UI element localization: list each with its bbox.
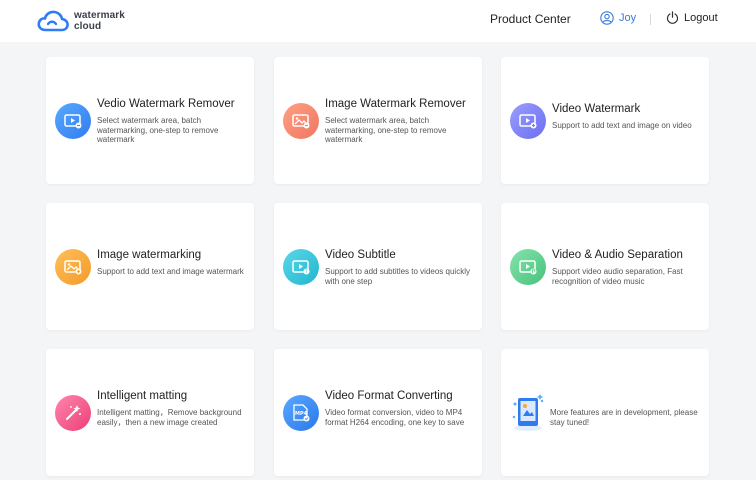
username-label: Joy — [619, 12, 637, 24]
app-logo[interactable]: watermark cloud — [37, 7, 125, 35]
tool-title: Video Subtitle — [325, 249, 396, 261]
tool-description: Intelligent matting，Remove background ea… — [97, 408, 242, 427]
tool-card-image-watermarking[interactable]: Image watermarking Support to add text a… — [46, 203, 254, 330]
tool-description: Support to add text and image on video — [552, 121, 692, 130]
tool-description: Select watermark area, batch watermarkin… — [97, 116, 219, 145]
power-icon — [666, 11, 679, 24]
magic-wand-icon — [55, 395, 91, 431]
tool-card-video-audio-separation[interactable]: Video & Audio Separation Support video a… — [501, 203, 709, 330]
tool-card-video-subtitle[interactable]: T Video Subtitle Support to add subtitle… — [274, 203, 482, 330]
tool-card-video-watermark[interactable]: Video Watermark Support to add text and … — [501, 57, 709, 184]
coming-soon-text: More features are in development, please… — [550, 408, 698, 427]
logo-line-1: watermark — [74, 10, 125, 21]
user-avatar-icon — [600, 11, 614, 25]
video-remove-icon — [55, 103, 91, 139]
video-watermark-icon — [510, 103, 546, 139]
image-watermark-icon — [55, 249, 91, 285]
logout-button[interactable]: Logout — [666, 11, 718, 24]
product-center-link[interactable]: Product Center — [490, 12, 571, 26]
tool-title: Intelligent matting — [97, 390, 188, 402]
tool-card-video-watermark-remover[interactable]: Vedio Watermark Remover Select watermark… — [46, 57, 254, 184]
logo-text: watermark cloud — [74, 10, 125, 32]
tool-title: Image watermarking — [97, 249, 202, 261]
tool-title: Video Watermark — [552, 103, 641, 115]
cloud-logo-icon — [37, 10, 69, 32]
svg-text:T: T — [304, 269, 308, 274]
development-illustration-icon — [512, 394, 544, 431]
tool-description: Support video audio separation, Fast rec… — [552, 267, 683, 286]
tool-card-image-watermark-remover[interactable]: Image Watermark Remover Select watermark… — [274, 57, 482, 184]
tool-description: Support to add subtitles to videos quick… — [325, 267, 470, 286]
audio-separation-icon — [510, 249, 546, 285]
tool-card-video-format-converting[interactable]: MP4 Video Format Converting Video format… — [274, 349, 482, 476]
tool-title: Vedio Watermark Remover — [97, 98, 235, 110]
tool-description: Select watermark area, batch watermarkin… — [325, 116, 447, 145]
tool-title: Video & Audio Separation — [552, 249, 683, 261]
video-subtitle-icon: T — [283, 249, 319, 285]
image-remove-icon — [283, 103, 319, 139]
user-menu[interactable]: Joy — [600, 11, 636, 25]
coming-soon-card: More features are in development, please… — [501, 349, 709, 476]
tool-description: Support to add text and image watermark — [97, 267, 244, 276]
top-header: watermark cloud Product Center Joy Logou… — [0, 0, 756, 42]
tool-title: Image Watermark Remover — [325, 98, 466, 110]
tool-card-intelligent-matting[interactable]: Intelligent matting Intelligent matting，… — [46, 349, 254, 476]
mp4-format-icon: MP4 — [283, 395, 319, 431]
nav-divider — [650, 14, 651, 25]
logo-line-2: cloud — [74, 21, 102, 32]
tool-description: Video format conversion, video to MP4 fo… — [325, 408, 465, 427]
logout-label: Logout — [684, 11, 718, 24]
tool-title: Video Format Converting — [325, 390, 453, 402]
